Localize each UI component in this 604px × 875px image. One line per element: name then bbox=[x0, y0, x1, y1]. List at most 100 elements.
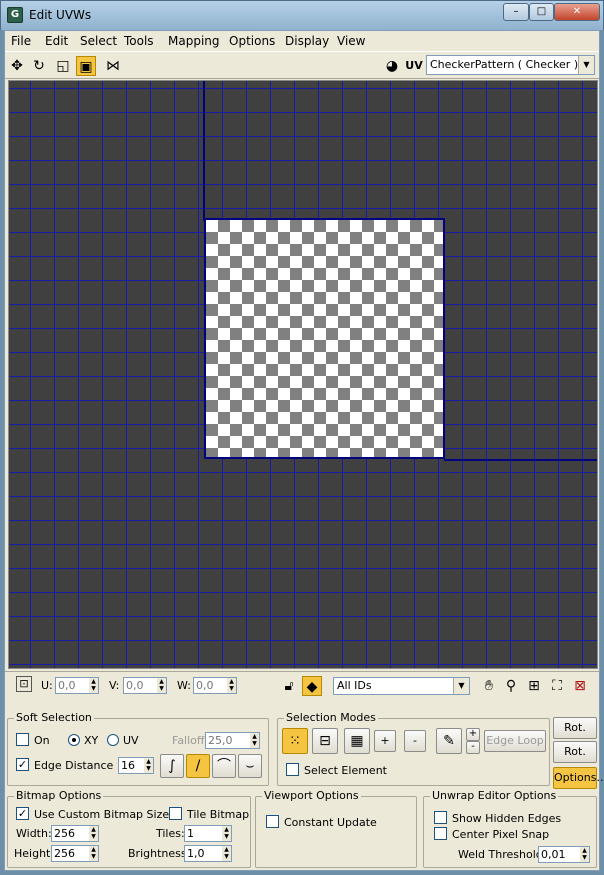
paint-select-icon[interactable]: ✎ bbox=[436, 728, 462, 754]
filter-selected-faces-icon[interactable]: ◆ bbox=[302, 676, 322, 696]
falloff-spinner[interactable]: ▲ ▼ bbox=[250, 733, 259, 748]
uv-toggle[interactable]: UV bbox=[404, 56, 424, 76]
menu-display[interactable]: Display bbox=[285, 34, 329, 48]
u-value: 0,0 bbox=[58, 679, 76, 692]
falloff-fast-out-icon[interactable]: ⌣ bbox=[238, 754, 262, 778]
weld-threshold-label: Weld Threshold: bbox=[458, 848, 547, 861]
falloff-smooth-icon[interactable]: ∫ bbox=[160, 754, 184, 778]
mirror-icon[interactable]: ⋈ bbox=[103, 56, 123, 76]
expand-selection-button[interactable]: + bbox=[374, 730, 396, 752]
rotate-minus-90-button[interactable]: Rot. -90 bbox=[553, 741, 597, 778]
u-input[interactable]: 0,0 ▲ ▼ bbox=[55, 677, 99, 694]
shrink-selection-button[interactable]: - bbox=[404, 730, 426, 752]
w-input[interactable]: 0,0 ▲ ▼ bbox=[193, 677, 237, 694]
editor-window: File Edit Select Tools Mapping Options D… bbox=[4, 30, 604, 871]
menu-edit[interactable]: Edit bbox=[45, 34, 68, 48]
tiles-label: Tiles: bbox=[156, 827, 185, 840]
xy-radio[interactable] bbox=[68, 734, 80, 746]
edge-distance-label: Edge Distance bbox=[34, 759, 114, 772]
falloff-slow-out-icon[interactable]: ⌒ bbox=[212, 754, 236, 778]
brightness-input[interactable]: 1,0 ▲ ▼ bbox=[184, 845, 232, 862]
scale-icon[interactable]: ◱ bbox=[53, 56, 73, 76]
lock-icon[interactable]: 🔓︎ bbox=[279, 676, 299, 696]
falloff-linear-icon[interactable]: / bbox=[186, 754, 210, 778]
soft-selection-title: Soft Selection bbox=[14, 711, 94, 724]
menu-select[interactable]: Select bbox=[80, 34, 117, 48]
menu-options[interactable]: Options bbox=[229, 34, 275, 48]
uv-viewport[interactable] bbox=[8, 80, 598, 669]
xy-label: XY bbox=[84, 734, 99, 747]
window-titlebar[interactable]: G Edit UVWs – □ ✕ bbox=[0, 0, 604, 30]
show-map-icon[interactable]: ◕ bbox=[382, 56, 402, 76]
texture-dropdown-value: CheckerPattern ( Checker ) bbox=[430, 58, 579, 71]
center-pixel-snap-checkbox[interactable] bbox=[434, 827, 447, 840]
zoom-region-icon[interactable]: ⊞ bbox=[524, 676, 544, 696]
weld-threshold-spinner[interactable]: ▲ ▼ bbox=[580, 847, 589, 862]
paint-size-minus-button[interactable]: - bbox=[466, 741, 480, 754]
use-custom-bitmap-size-checkbox[interactable]: ✓ bbox=[16, 807, 29, 820]
show-hidden-edges-checkbox[interactable] bbox=[434, 811, 447, 824]
options-button[interactable]: Options... bbox=[553, 767, 604, 789]
maximize-button[interactable]: □ bbox=[529, 3, 554, 21]
coordinate-bar: ⊡ U: 0,0 ▲ ▼ V: 0,0 ▲ ▼ W: 0,0 ▲ ▼ 🔓︎ ◆ All… bbox=[5, 671, 599, 699]
v-input[interactable]: 0,0 ▲ ▼ bbox=[123, 677, 167, 694]
rotate-icon[interactable]: ↻ bbox=[29, 56, 49, 76]
v-spinner[interactable]: ▲ ▼ bbox=[157, 678, 166, 693]
width-input[interactable]: 256 ▲ ▼ bbox=[51, 825, 99, 842]
menu-view[interactable]: View bbox=[337, 34, 365, 48]
zoom-extents-icon[interactable]: ⛶ bbox=[547, 676, 567, 696]
edge-distance-input[interactable]: 16 ▲ ▼ bbox=[118, 757, 154, 774]
zoom-icon[interactable]: ⚲ bbox=[501, 676, 521, 696]
falloff-value: 25,0 bbox=[208, 734, 233, 747]
constant-update-checkbox[interactable] bbox=[266, 815, 279, 828]
face-mode-icon[interactable]: ▦ bbox=[344, 728, 370, 754]
soft-selection-group: Soft Selection On XY UV Falloff: 25,0 ▲ ▼… bbox=[7, 711, 269, 786]
minimize-button[interactable]: – bbox=[503, 3, 529, 21]
u-label: U: bbox=[41, 679, 53, 692]
select-element-checkbox[interactable] bbox=[286, 763, 299, 776]
weld-threshold-input[interactable]: 0,01 ▲ ▼ bbox=[538, 846, 590, 863]
pan-hand-icon[interactable]: ✋︎ bbox=[479, 676, 499, 696]
uv-radio[interactable] bbox=[107, 734, 119, 746]
soft-selection-on-checkbox[interactable] bbox=[16, 733, 29, 746]
close-button[interactable]: ✕ bbox=[554, 3, 600, 21]
edge-loop-button[interactable]: Edge Loop bbox=[484, 730, 546, 752]
viewport-options-title: Viewport Options bbox=[262, 789, 361, 802]
height-input[interactable]: 256 ▲ ▼ bbox=[51, 845, 99, 862]
absolute-offset-icon[interactable]: ⊡ bbox=[16, 676, 32, 692]
edge-distance-checkbox[interactable]: ✓ bbox=[16, 758, 29, 771]
tiles-spinner[interactable]: ▲ ▼ bbox=[222, 826, 231, 841]
texture-dropdown[interactable]: CheckerPattern ( Checker ) ▼ bbox=[426, 55, 595, 75]
tile-bitmap-checkbox[interactable] bbox=[169, 807, 182, 820]
falloff-input[interactable]: 25,0 ▲ ▼ bbox=[205, 732, 260, 749]
u-spinner[interactable]: ▲ ▼ bbox=[89, 678, 98, 693]
edge-mode-icon[interactable]: ⊟ bbox=[312, 728, 338, 754]
weld-threshold-value: 0,01 bbox=[541, 848, 566, 861]
move-icon[interactable]: ✥ bbox=[7, 56, 27, 76]
center-pixel-snap-label: Center Pixel Snap bbox=[452, 828, 550, 841]
selection-modes-title: Selection Modes bbox=[284, 711, 378, 724]
tile-bitmap-label: Tile Bitmap bbox=[187, 808, 250, 821]
uv-checker-texture bbox=[204, 218, 445, 459]
freeform-icon[interactable]: ▣ bbox=[76, 56, 96, 76]
width-value: 256 bbox=[54, 827, 75, 840]
u-axis-line bbox=[203, 81, 205, 221]
tiles-value: 1 bbox=[187, 827, 194, 840]
rotate-plus-90-button[interactable]: Rot. +90 bbox=[553, 717, 597, 754]
menu-mapping[interactable]: Mapping bbox=[168, 34, 220, 48]
menu-file[interactable]: File bbox=[11, 34, 31, 48]
tiles-input[interactable]: 1 ▲ ▼ bbox=[184, 825, 232, 842]
viewport-options-group: Viewport Options Constant Update bbox=[255, 789, 417, 868]
edge-distance-spinner[interactable]: ▲ ▼ bbox=[144, 758, 153, 773]
constant-update-label: Constant Update bbox=[284, 816, 377, 829]
menu-tools[interactable]: Tools bbox=[124, 34, 154, 48]
zoom-selected-icon[interactable]: ⊠ bbox=[570, 676, 590, 696]
brightness-spinner[interactable]: ▲ ▼ bbox=[222, 846, 231, 861]
paint-size-plus-button[interactable]: + bbox=[466, 728, 480, 741]
w-spinner[interactable]: ▲ ▼ bbox=[227, 678, 236, 693]
ids-dropdown[interactable]: All IDs ▼ bbox=[333, 677, 470, 695]
vertex-mode-icon[interactable]: ⁙ bbox=[282, 728, 308, 754]
height-spinner[interactable]: ▲ ▼ bbox=[89, 846, 98, 861]
menu-bar: File Edit Select Tools Mapping Options D… bbox=[5, 31, 599, 51]
width-spinner[interactable]: ▲ ▼ bbox=[89, 826, 98, 841]
